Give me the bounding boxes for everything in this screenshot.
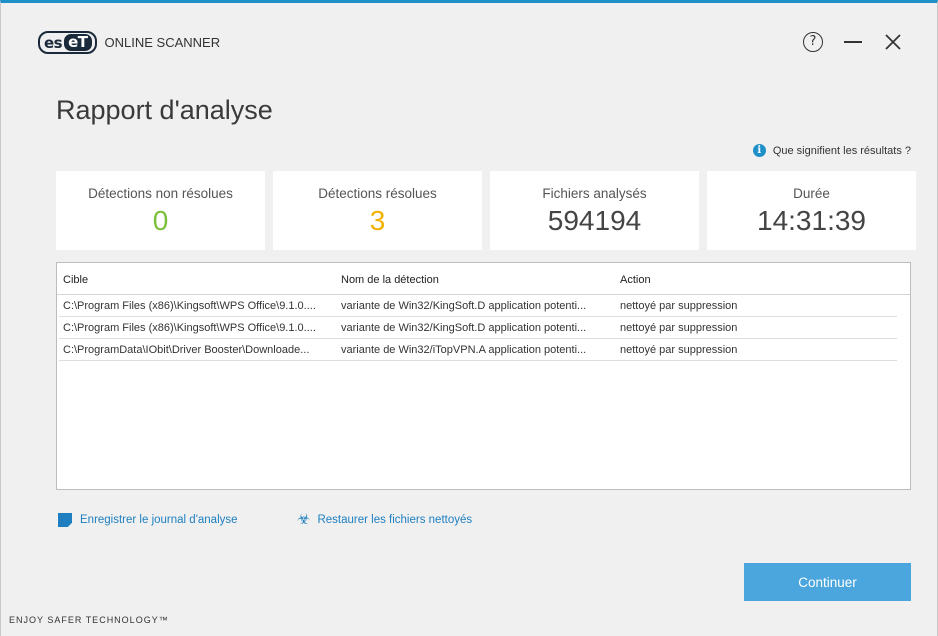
stats-row: Détections non résolues 0 Détections rés…	[56, 171, 916, 250]
cell-detection: variante de Win32/KingSoft.D application…	[341, 300, 587, 312]
window-controls: ?	[793, 27, 913, 57]
logo-mark: es eT	[38, 31, 97, 54]
stat-duration: Durée 14:31:39	[707, 171, 916, 250]
stat-value: 0	[152, 205, 169, 236]
minimize-icon	[844, 41, 862, 43]
page-title: Rapport d'analyse	[56, 95, 273, 125]
stat-value: 594194	[547, 205, 642, 236]
cell-action: nettoyé par suppression	[620, 344, 738, 356]
info-icon: i	[752, 144, 766, 157]
biohazard-icon: ☣	[297, 511, 311, 528]
results-help-label: Que signifient les résultats ?	[772, 144, 911, 157]
table-row[interactable]: C:\Program Files (x86)\Kingsoft\WPS Offi…	[59, 295, 897, 317]
stat-value: 3	[369, 205, 386, 236]
table-row[interactable]: C:\ProgramData\IObit\Driver Booster\Down…	[59, 339, 897, 361]
stat-value: 14:31:39	[757, 205, 866, 236]
save-icon	[58, 513, 72, 527]
column-header-target[interactable]: Cible	[63, 274, 88, 286]
table-row[interactable]: C:\Program Files (x86)\Kingsoft\WPS Offi…	[59, 317, 897, 339]
results-help-link[interactable]: i Que signifient les résultats ?	[752, 144, 911, 157]
save-log-label: Enregistrer le journal d'analyse	[80, 514, 238, 526]
logo-text-left: es	[44, 33, 63, 52]
product-name: ONLINE SCANNER	[104, 35, 221, 50]
help-button[interactable]: ?	[793, 27, 833, 57]
minimize-button[interactable]	[833, 27, 873, 57]
stat-unresolved: Détections non résolues 0	[56, 171, 265, 250]
stat-label: Fichiers analysés	[542, 186, 647, 201]
column-header-detection[interactable]: Nom de la détection	[341, 274, 439, 286]
cell-detection: variante de Win32/KingSoft.D application…	[341, 322, 587, 334]
stat-label: Détections résolues	[318, 186, 437, 201]
restore-files-label: Restaurer les fichiers nettoyés	[317, 514, 473, 526]
cell-target: C:\ProgramData\IObit\Driver Booster\Down…	[63, 344, 310, 356]
stat-label: Durée	[793, 186, 830, 201]
stat-resolved: Détections résolues 3	[273, 171, 482, 250]
column-header-action[interactable]: Action	[620, 274, 651, 286]
cell-action: nettoyé par suppression	[620, 300, 738, 312]
restore-files-link[interactable]: ☣ Restaurer les fichiers nettoyés	[297, 511, 473, 528]
eset-logo: es eT ONLINE SCANNER	[38, 31, 220, 54]
stat-label: Détections non résolues	[88, 186, 233, 201]
close-icon	[885, 34, 901, 50]
logo-text-right: eT	[64, 34, 92, 51]
close-button[interactable]	[873, 27, 913, 57]
help-icon: ?	[803, 32, 823, 52]
save-log-link[interactable]: Enregistrer le journal d'analyse	[58, 513, 238, 527]
cell-action: nettoyé par suppression	[620, 322, 738, 334]
table-header: Cible Nom de la détection Action	[57, 263, 910, 295]
title-bar: es eT ONLINE SCANNER ?	[1, 3, 937, 75]
cell-detection: variante de Win32/iTopVPN.A application …	[341, 344, 587, 356]
cell-target: C:\Program Files (x86)\Kingsoft\WPS Offi…	[63, 300, 316, 312]
results-table: Cible Nom de la détection Action C:\Prog…	[56, 262, 911, 490]
footer-tagline: ENJOY SAFER TECHNOLOGY™	[9, 615, 169, 625]
cell-target: C:\Program Files (x86)\Kingsoft\WPS Offi…	[63, 322, 316, 334]
scanner-window: es eT ONLINE SCANNER ? Rapport d'analyse…	[0, 0, 938, 636]
stat-files-scanned: Fichiers analysés 594194	[490, 171, 699, 250]
continue-button[interactable]: Continuer	[744, 563, 911, 601]
